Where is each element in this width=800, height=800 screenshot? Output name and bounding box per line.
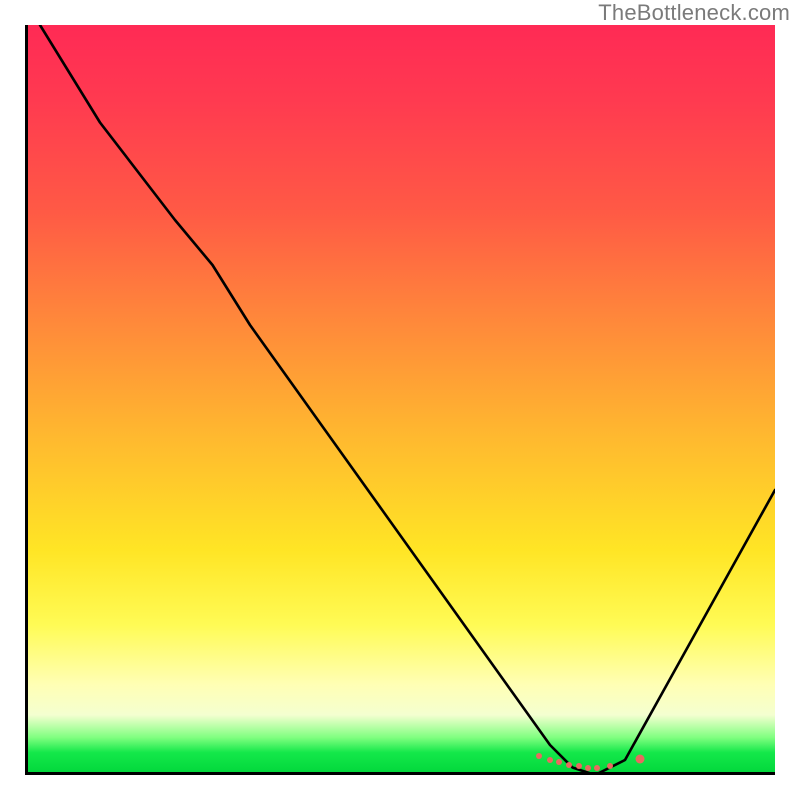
background-gradient bbox=[25, 25, 775, 775]
plot-area bbox=[25, 25, 775, 775]
chart-container: TheBottleneck.com bbox=[0, 0, 800, 800]
watermark-text: TheBottleneck.com bbox=[598, 0, 790, 26]
